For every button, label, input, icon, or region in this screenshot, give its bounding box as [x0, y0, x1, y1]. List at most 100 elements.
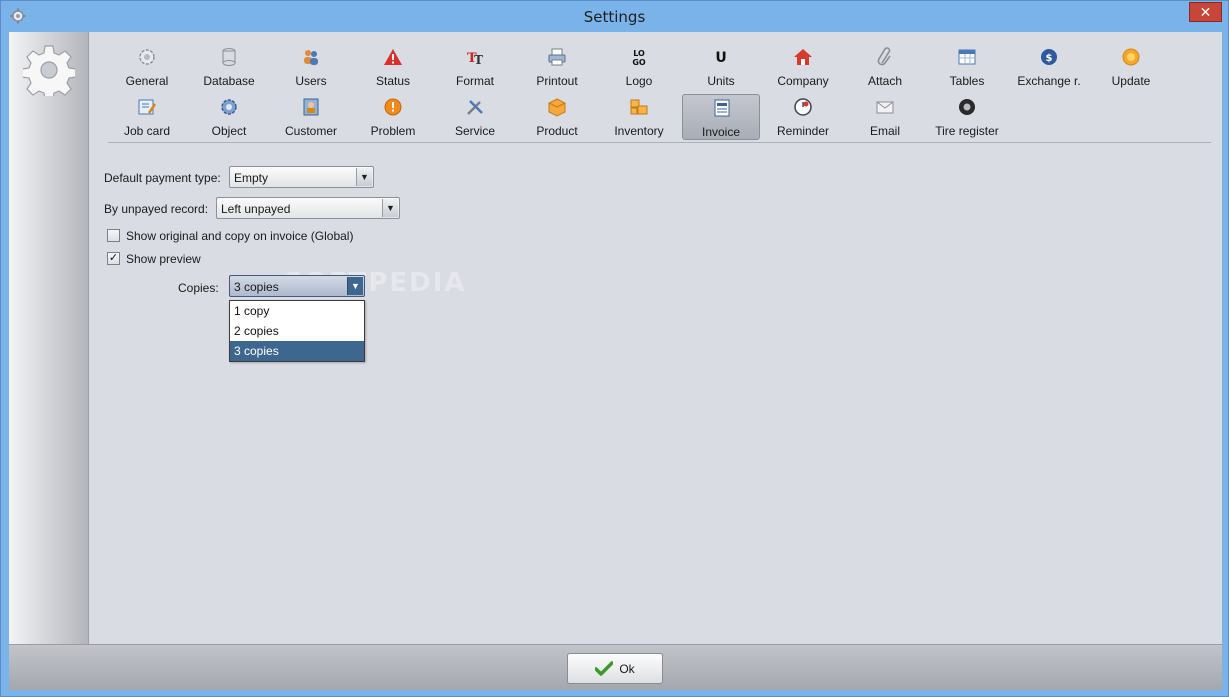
toolbar-item-units[interactable]: U Units	[682, 44, 760, 90]
logo-icon: LO GO	[629, 47, 649, 67]
toolbar-item-logo[interactable]: LO GO Logo	[600, 44, 678, 90]
tire-icon	[957, 97, 977, 117]
update-icon	[1121, 47, 1141, 67]
toolbar-item-tire-register[interactable]: Tire register	[928, 94, 1006, 140]
paperclip-icon	[875, 47, 895, 67]
copies-option[interactable]: 2 copies	[230, 321, 364, 341]
unpayed-record-label: By unpayed record:	[104, 202, 209, 216]
window-title: Settings	[583, 8, 646, 26]
svg-text:U: U	[715, 50, 726, 66]
printer-icon	[547, 47, 567, 67]
object-gear-icon	[219, 97, 239, 117]
footer-bar: Ok	[9, 644, 1222, 690]
gear-icon	[137, 47, 157, 67]
toolbar-item-label: Exchange r.	[1017, 74, 1081, 88]
toolbar-item-label: Service	[454, 124, 495, 138]
database-icon	[219, 47, 239, 67]
toolbar-item-service[interactable]: Service	[436, 94, 514, 140]
toolbar-item-printout[interactable]: Printout	[518, 44, 596, 90]
copies-option-selected[interactable]: 3 copies	[230, 341, 364, 361]
job-card-icon	[137, 97, 157, 117]
toolbar-item-label: Email	[869, 124, 900, 138]
toolbar-item-label: Job card	[123, 124, 171, 138]
ok-button[interactable]: Ok	[567, 653, 663, 684]
default-payment-value: Empty	[234, 171, 269, 185]
toolbar-item-label: Database	[203, 74, 255, 88]
chevron-down-icon[interactable]: ▼	[347, 277, 363, 295]
unpayed-record-select[interactable]: Left unpayed ▼	[216, 197, 400, 219]
toolbar-item-object[interactable]: Object	[190, 94, 268, 140]
toolbar-item-inventory[interactable]: Inventory	[600, 94, 678, 140]
title-bar: Settings ✕	[1, 1, 1228, 32]
toolbar-item-database[interactable]: Database	[190, 44, 268, 90]
toolbar-item-reminder[interactable]: Reminder	[764, 94, 842, 140]
ok-label: Ok	[619, 661, 635, 676]
svg-text:GO: GO	[632, 58, 646, 67]
svg-text:LO: LO	[633, 49, 645, 58]
users-icon	[301, 47, 321, 67]
settings-window: Settings ✕ General Database Users Status T T F…	[0, 0, 1229, 697]
svg-text:$: $	[1046, 53, 1053, 64]
toolbar-item-job-card[interactable]: Job card	[108, 94, 186, 140]
problem-icon	[383, 97, 403, 117]
toolbar-item-label: Tire register	[935, 124, 999, 138]
copies-option[interactable]: 1 copy	[230, 301, 364, 321]
toolbar-item-label: Tables	[949, 74, 985, 88]
toolbar-item-customer[interactable]: Customer	[272, 94, 350, 140]
copies-dropdown-list: 1 copy 2 copies 3 copies	[229, 300, 365, 362]
toolbar-item-tables[interactable]: Tables	[928, 44, 1006, 90]
toolbar-item-label: Format	[455, 74, 494, 88]
client-area: General Database Users Status T T Format Printo…	[9, 32, 1222, 690]
show-original-checkbox[interactable]	[107, 229, 120, 242]
toolbar-item-label: Customer	[284, 124, 337, 138]
toolbar-item-company[interactable]: Company	[764, 44, 842, 90]
default-payment-select[interactable]: Empty ▼	[229, 166, 374, 188]
toolbar-item-label: Printout	[536, 74, 578, 88]
checkmark-icon	[595, 660, 614, 676]
toolbar-item-exchange-r[interactable]: $ Exchange r.	[1010, 44, 1088, 90]
toolbar-item-email[interactable]: Email	[846, 94, 924, 140]
close-button[interactable]: ✕	[1189, 2, 1222, 22]
toolbar-item-label: Attach	[867, 74, 903, 88]
toolbar-item-label: Product	[536, 124, 578, 138]
toolbar-item-label: Inventory	[614, 124, 664, 138]
toolbar-item-users[interactable]: Users	[272, 44, 350, 90]
show-preview-label: Show preview	[126, 252, 201, 266]
show-preview-checkbox[interactable]: ✓	[107, 252, 120, 265]
toolbar-item-invoice[interactable]: Invoice	[682, 94, 760, 140]
toolbar-item-label: Users	[295, 74, 327, 88]
settings-content: General Database Users Status T T Format Printo…	[90, 32, 1222, 644]
box-icon	[547, 97, 567, 117]
exchange-icon: $	[1039, 47, 1059, 67]
toolbar-item-product[interactable]: Product	[518, 94, 596, 140]
tools-icon	[465, 97, 485, 117]
toolbar-item-label: Problem	[370, 124, 416, 138]
warning-icon	[383, 47, 403, 67]
customer-icon	[301, 97, 321, 117]
toolbar-item-label: Object	[211, 124, 247, 138]
toolbar-item-label: Status	[375, 74, 411, 88]
toolbar-item-label: Company	[777, 74, 829, 88]
toolbar-item-format[interactable]: T T Format	[436, 44, 514, 90]
toolbar-item-label: Logo	[625, 74, 653, 88]
toolbar-item-problem[interactable]: Problem	[354, 94, 432, 140]
chevron-down-icon[interactable]: ▼	[356, 168, 372, 186]
copies-select[interactable]: 3 copies ▼	[229, 275, 365, 297]
reminder-icon	[793, 97, 813, 117]
invoice-icon	[712, 98, 732, 118]
toolbar-item-label: Update	[1111, 74, 1151, 88]
envelope-icon	[875, 97, 895, 117]
default-payment-label: Default payment type:	[104, 171, 221, 185]
toolbar-item-status[interactable]: Status	[354, 44, 432, 90]
settings-gear-icon	[23, 45, 75, 96]
table-icon	[957, 47, 977, 67]
toolbar-item-general[interactable]: General	[108, 44, 186, 90]
unpayed-record-value: Left unpayed	[221, 202, 291, 216]
toolbar-separator	[108, 142, 1211, 143]
chevron-down-icon[interactable]: ▼	[382, 199, 398, 217]
toolbar-item-update[interactable]: Update	[1092, 44, 1170, 90]
boxes-icon	[629, 97, 649, 117]
svg-text:T: T	[474, 53, 483, 67]
toolbar-item-label: Units	[707, 74, 735, 88]
toolbar-item-attach[interactable]: Attach	[846, 44, 924, 90]
